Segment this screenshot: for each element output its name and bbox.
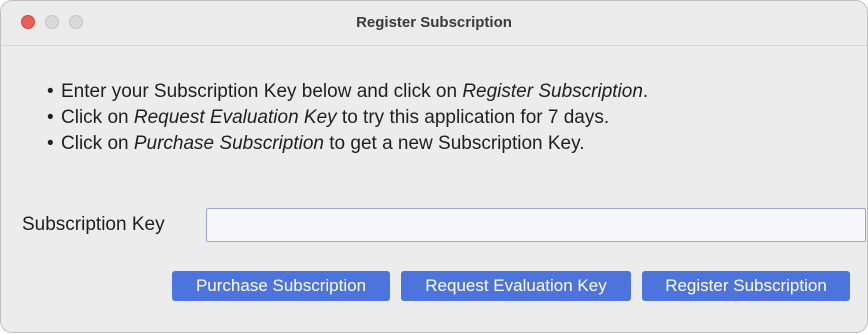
instruction-emphasis: Request Evaluation Key bbox=[133, 107, 337, 128]
instruction-text: to get a new Subscription Key. bbox=[323, 133, 585, 154]
instruction-text: to try this application for 7 days. bbox=[336, 107, 610, 128]
register-subscription-button[interactable]: Register Subscription bbox=[642, 271, 850, 301]
request-evaluation-key-button[interactable]: Request Evaluation Key bbox=[401, 271, 631, 301]
window-title: Register Subscription bbox=[356, 14, 512, 31]
instruction-text: Click on bbox=[61, 133, 134, 154]
register-subscription-window: Register Subscription • Enter your Subscr… bbox=[0, 0, 868, 333]
instruction-text: Click on bbox=[61, 107, 134, 128]
instruction-emphasis: Register Subscription bbox=[462, 81, 643, 102]
subscription-key-input[interactable] bbox=[206, 208, 866, 242]
instruction-item: • Click on Purchase Subscription to get a… bbox=[47, 131, 648, 157]
instruction-text: . bbox=[642, 81, 649, 102]
subscription-key-label: Subscription Key bbox=[22, 214, 165, 235]
purchase-subscription-button[interactable]: Purchase Subscription bbox=[172, 271, 390, 301]
instruction-list: • Enter your Subscription Key below and c… bbox=[47, 79, 649, 157]
instruction-text: Enter your Subscription Key below and cl… bbox=[61, 81, 463, 102]
bullet: • bbox=[47, 107, 54, 128]
title-bar[interactable]: Register Subscription bbox=[1, 1, 867, 46]
instruction-emphasis: Purchase Subscription bbox=[133, 133, 324, 154]
instruction-item: • Click on Request Evaluation Key to try … bbox=[47, 105, 648, 131]
bullet: • bbox=[47, 133, 54, 154]
bullet: • bbox=[47, 81, 54, 102]
instruction-item: • Enter your Subscription Key below and c… bbox=[47, 79, 649, 105]
